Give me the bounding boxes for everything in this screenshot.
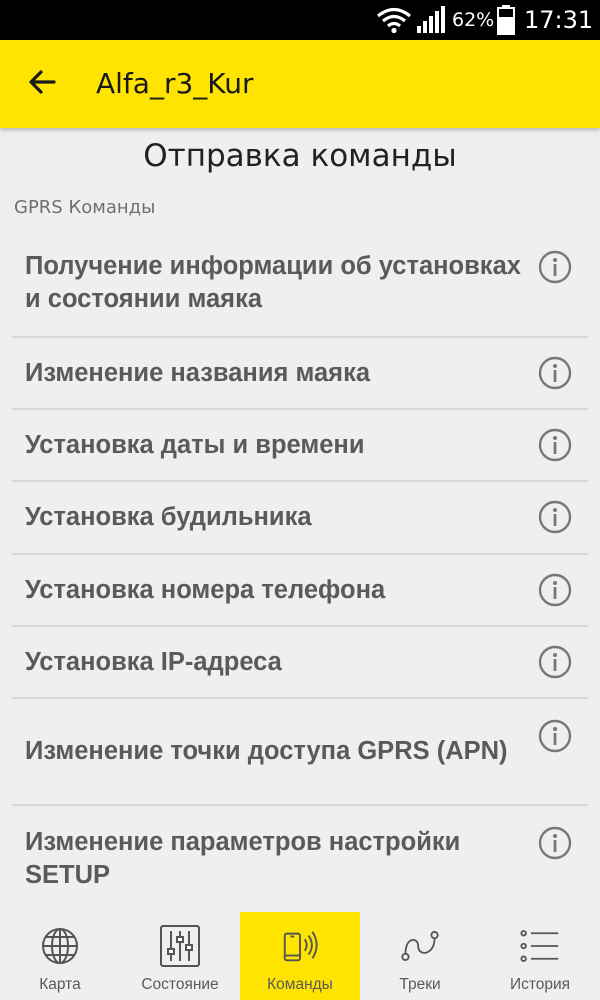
- app-title: Alfa_r3_Kur: [96, 67, 254, 100]
- nav-label: Состояние: [141, 976, 219, 993]
- command-list: Получение информации об установках и сос…: [12, 230, 588, 911]
- command-item[interactable]: Установка IP-адреса: [12, 627, 588, 699]
- command-item[interactable]: Получение информации об установках и сос…: [12, 230, 588, 338]
- battery-icon: [497, 0, 519, 40]
- command-label: Изменение параметров настройки SETUP: [25, 827, 461, 889]
- nav-item-status[interactable]: Состояние: [120, 912, 240, 1000]
- route-icon: [400, 924, 440, 968]
- command-label: Установка даты и времени: [25, 430, 365, 459]
- nav-label: История: [509, 976, 571, 993]
- info-icon[interactable]: [538, 250, 572, 284]
- nav-item-map[interactable]: Карта: [0, 912, 120, 1000]
- back-button[interactable]: [14, 58, 70, 110]
- nav-item-commands[interactable]: Команды: [240, 912, 360, 1000]
- command-item[interactable]: Установка будильника: [12, 482, 588, 555]
- status-time: 17:31: [524, 6, 594, 34]
- info-icon[interactable]: [538, 645, 572, 679]
- command-item[interactable]: Установка номера телефона: [12, 555, 588, 627]
- signal-icon: [416, 0, 448, 40]
- info-icon[interactable]: [538, 356, 572, 390]
- battery-percent: 62%: [452, 9, 495, 31]
- nav-label: Треки: [399, 976, 441, 993]
- command-label: Установка номера телефона: [25, 575, 386, 604]
- nav-item-history[interactable]: История: [480, 912, 600, 1000]
- nav-item-tracks[interactable]: Треки: [360, 912, 480, 1000]
- phone-signal-icon: [280, 924, 320, 968]
- list-icon: [520, 924, 560, 968]
- command-item[interactable]: Изменение параметров настройки SETUP: [12, 806, 588, 911]
- command-item[interactable]: Установка даты и времени: [12, 410, 588, 482]
- info-icon[interactable]: [538, 573, 572, 607]
- wifi-icon: [376, 0, 414, 40]
- arrow-back-icon: [28, 69, 56, 99]
- command-label: Установка IP-адреса: [25, 647, 282, 676]
- command-item[interactable]: Изменение точки доступа GPRS (APN): [12, 699, 588, 806]
- sliders-icon: [160, 924, 200, 968]
- section-label: GPRS Команды: [14, 197, 156, 218]
- app-bar: Alfa_r3_Kur: [0, 40, 600, 128]
- bottom-nav: Карта Состояние Команды Треки История: [0, 912, 600, 1000]
- nav-label: Команды: [267, 976, 333, 993]
- status-bar: 62% 17:31: [0, 0, 600, 40]
- info-icon[interactable]: [538, 428, 572, 462]
- command-label: Изменение названия маяка: [25, 358, 371, 387]
- command-label: Получение информации об установках и сос…: [25, 252, 521, 313]
- info-icon[interactable]: [538, 826, 572, 860]
- command-label: Изменение точки доступа GPRS (APN): [25, 737, 508, 765]
- command-label: Установка будильника: [25, 503, 312, 531]
- globe-icon: [40, 924, 80, 968]
- info-icon[interactable]: [538, 500, 572, 534]
- command-item[interactable]: Изменение названия маяка: [12, 338, 588, 410]
- info-icon[interactable]: [538, 719, 572, 753]
- page-title: Отправка команды: [143, 138, 457, 174]
- nav-label: Карта: [39, 976, 81, 993]
